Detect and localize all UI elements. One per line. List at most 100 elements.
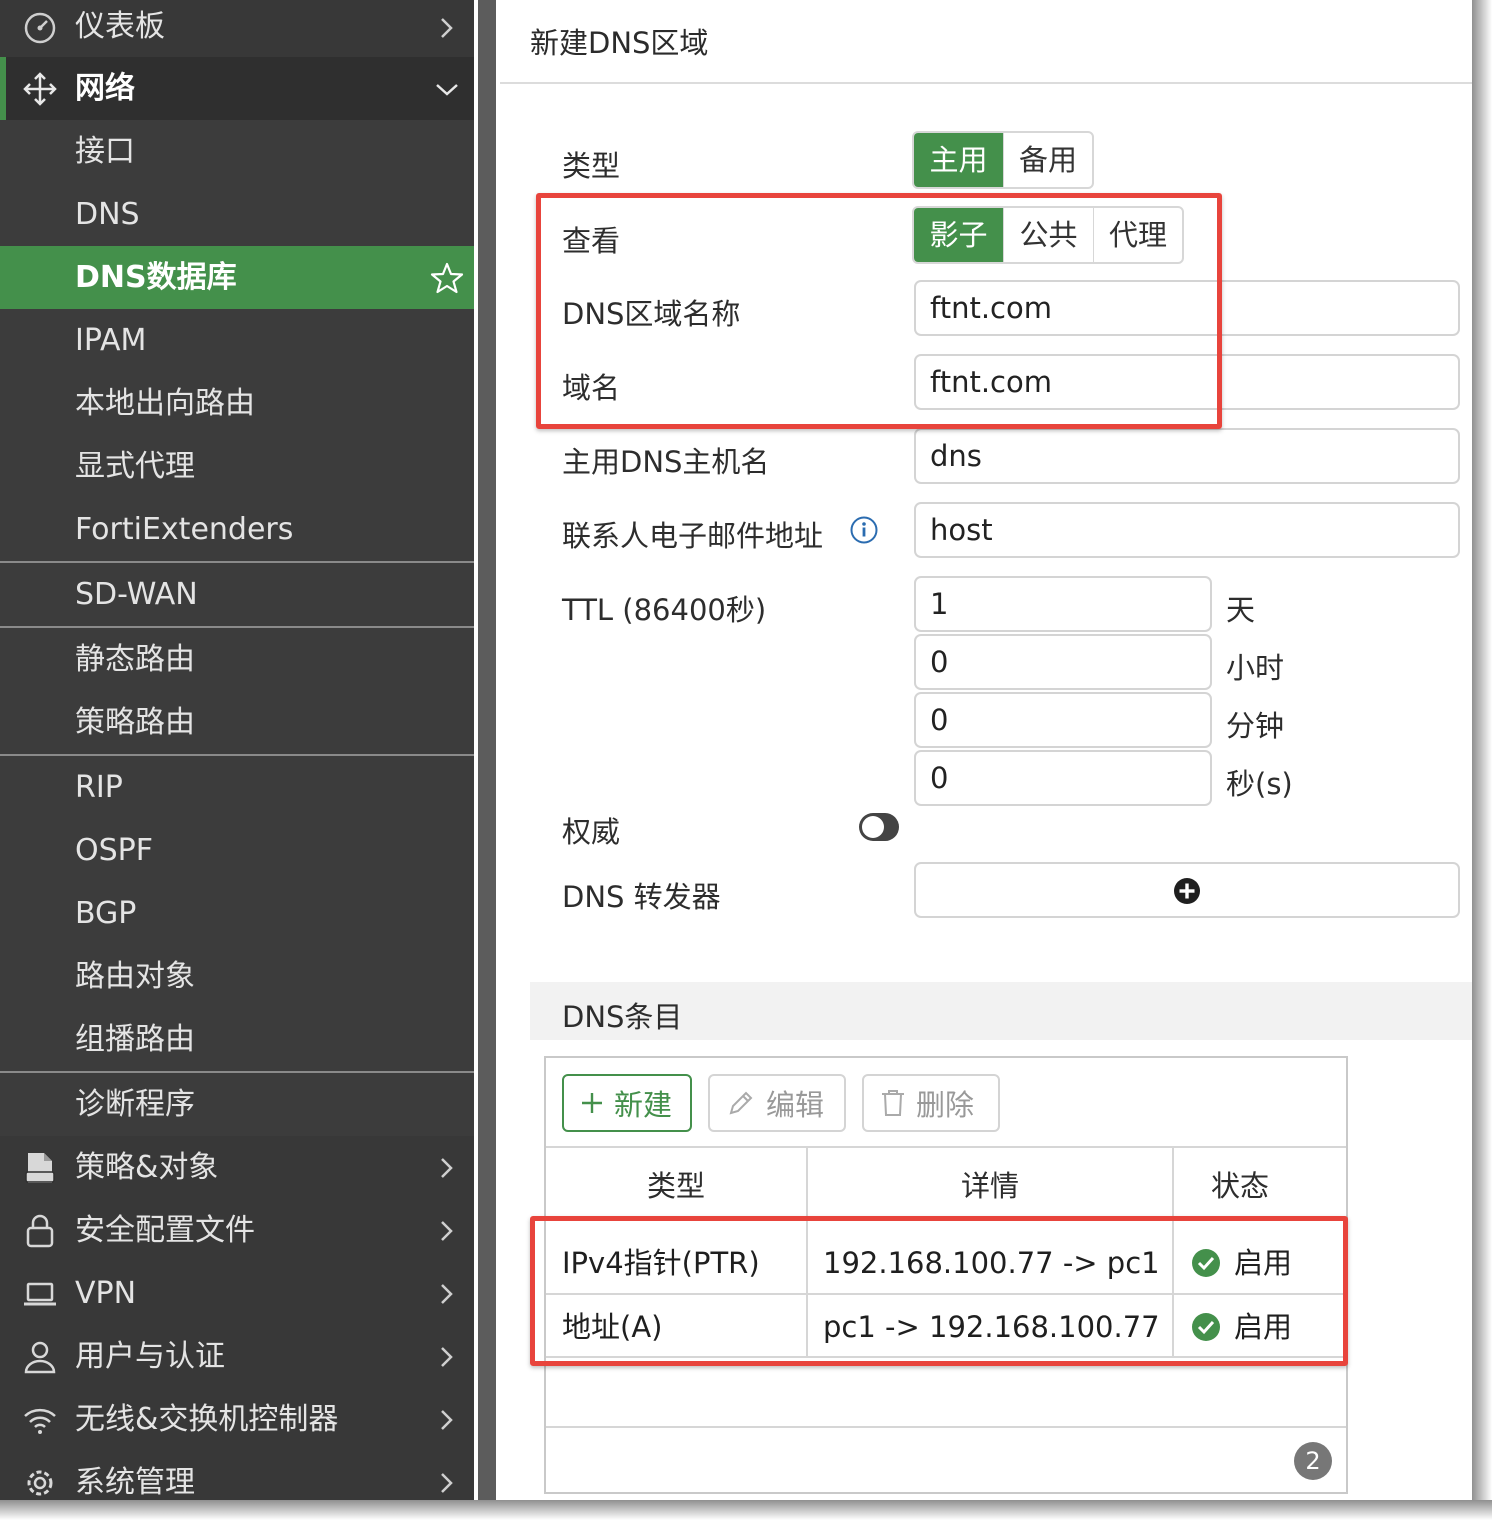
table-row-detail[interactable]: 192.168.100.77 -> pc1 xyxy=(823,1232,1160,1294)
entry-count-badge: 2 xyxy=(1294,1442,1332,1480)
sidebar-item-user-auth[interactable]: 用户与认证 xyxy=(0,1325,474,1388)
sidebar-item-security-profiles[interactable]: 安全配置文件 xyxy=(0,1199,474,1262)
info-icon[interactable] xyxy=(849,515,879,545)
chevron-right-icon xyxy=(441,1158,453,1178)
sidebar-item-ospf[interactable]: OSPF xyxy=(0,819,474,882)
sidebar-item-static-routes[interactable]: 静态路由 xyxy=(0,628,474,691)
ttl-hours-unit: 小时 xyxy=(1226,651,1285,685)
forwarder-add-field[interactable] xyxy=(914,862,1460,918)
sidebar-item-label: RIP xyxy=(75,770,123,805)
type-toggle: 主用 备用 xyxy=(912,131,1094,189)
lock-icon xyxy=(26,1214,54,1248)
sidebar-item-label: OSPF xyxy=(75,833,154,868)
new-entry-label: 新建 xyxy=(614,1088,673,1122)
primary-host-label: 主用DNS主机名 xyxy=(562,445,770,479)
type-option-primary[interactable]: 主用 xyxy=(914,133,1004,187)
sidebar-item-multicast[interactable]: 组播路由 xyxy=(0,1008,474,1071)
sidebar-item-vpn[interactable]: VPN xyxy=(0,1262,474,1325)
sidebar-item-dashboard[interactable]: 仪表板 xyxy=(0,0,474,57)
primary-host-input[interactable] xyxy=(914,428,1460,484)
sidebar-nav: 仪表板 网络 接口 DNS DNS数据库 IPAM 本地出向路由 显式代理 Fo… xyxy=(0,0,474,1500)
check-circle-icon xyxy=(1192,1313,1220,1341)
sidebar-item-dns[interactable]: DNS xyxy=(0,183,474,246)
sidebar-item-rip[interactable]: RIP xyxy=(0,756,474,819)
sidebar-item-local-out-routing[interactable]: 本地出向路由 xyxy=(0,372,474,435)
pencil-icon xyxy=(729,1091,753,1115)
sidebar-item-wireless-switch[interactable]: 无线&交换机控制器 xyxy=(0,1388,474,1451)
dns-entries-title: DNS条目 xyxy=(562,1000,683,1034)
contact-email-input[interactable] xyxy=(914,502,1460,558)
sidebar-item-sd-wan[interactable]: SD-WAN xyxy=(0,563,474,626)
sidebar-item-ipam[interactable]: IPAM xyxy=(0,309,474,372)
wifi-icon xyxy=(24,1408,56,1434)
ttl-seconds-unit: 秒(s) xyxy=(1226,767,1293,801)
sidebar-item-policy-routes[interactable]: 策略路由 xyxy=(0,691,474,754)
sidebar-item-bgp[interactable]: BGP xyxy=(0,882,474,945)
sidebar-item-label: 组播路由 xyxy=(75,1022,195,1057)
sidebar-item-label: 显式代理 xyxy=(75,449,195,484)
check-circle-icon xyxy=(1192,1249,1220,1277)
user-icon xyxy=(24,1341,56,1374)
dns-entries-section-header: DNS条目 xyxy=(530,982,1472,1040)
table-divider xyxy=(546,1426,1346,1428)
frame-shadow xyxy=(0,1500,1492,1520)
sidebar-item-label: IPAM xyxy=(75,323,147,358)
edit-entry-button[interactable]: 编辑 xyxy=(708,1074,846,1132)
sidebar-item-system[interactable]: 系统管理 xyxy=(0,1451,474,1500)
view-toggle: 影子 公共 代理 xyxy=(912,206,1184,264)
favorite-star-icon[interactable] xyxy=(430,261,464,295)
type-option-secondary[interactable]: 备用 xyxy=(1004,133,1092,187)
chevron-right-icon xyxy=(441,1221,453,1241)
sidebar-item-network[interactable]: 网络 xyxy=(0,57,474,120)
zone-name-input[interactable] xyxy=(914,280,1460,336)
column-header-status[interactable]: 状态 xyxy=(1174,1148,1306,1214)
sidebar-item-label: 诊断程序 xyxy=(75,1087,195,1122)
table-row-status: 启用 xyxy=(1234,1246,1293,1280)
move-arrows-icon xyxy=(23,72,57,106)
sidebar-item-label: VPN xyxy=(75,1276,137,1311)
view-option-shadow[interactable]: 影子 xyxy=(914,208,1004,262)
policy-document-icon xyxy=(25,1153,55,1183)
sidebar-item-label: 策略&对象 xyxy=(75,1150,219,1185)
sidebar-item-diagnostics[interactable]: 诊断程序 xyxy=(0,1073,474,1136)
column-header-detail[interactable]: 详情 xyxy=(808,1148,1172,1214)
delete-entry-button[interactable]: 删除 xyxy=(862,1074,1000,1132)
sidebar-item-interfaces[interactable]: 接口 xyxy=(0,120,474,183)
chevron-right-icon xyxy=(441,1410,453,1430)
sidebar-item-label: FortiExtenders xyxy=(75,512,294,547)
sidebar-item-explicit-proxy[interactable]: 显式代理 xyxy=(0,435,474,498)
sidebar-item-label: DNS xyxy=(75,197,140,232)
sidebar-item-dns-database[interactable]: DNS数据库 xyxy=(0,246,474,309)
table-row-type[interactable]: 地址(A) xyxy=(562,1296,662,1358)
domain-label: 域名 xyxy=(562,371,621,405)
sidebar-item-label: SD-WAN xyxy=(75,577,198,612)
ttl-label: TTL (86400秒) xyxy=(562,593,767,627)
ttl-minutes-input[interactable] xyxy=(914,692,1212,748)
sidebar-item-label: 安全配置文件 xyxy=(75,1213,255,1248)
ttl-minutes-unit: 分钟 xyxy=(1226,709,1285,743)
sidebar-item-fortiextenders[interactable]: FortiExtenders xyxy=(0,498,474,561)
sidebar-item-routing-objects[interactable]: 路由对象 xyxy=(0,945,474,1008)
ttl-hours-input[interactable] xyxy=(914,634,1212,690)
table-row-type[interactable]: IPv4指针(PTR) xyxy=(562,1232,760,1294)
page-title: 新建DNS区域 xyxy=(530,26,709,60)
sidebar-item-label: 网络 xyxy=(75,71,135,106)
table-row-detail[interactable]: pc1 -> 192.168.100.77 xyxy=(823,1296,1160,1358)
column-header-type[interactable]: 类型 xyxy=(546,1148,806,1214)
type-label: 类型 xyxy=(562,149,621,183)
domain-input[interactable] xyxy=(914,354,1460,410)
chevron-down-icon xyxy=(436,84,458,96)
sidebar-item-label: DNS数据库 xyxy=(75,260,237,295)
ttl-seconds-input[interactable] xyxy=(914,750,1212,806)
sidebar-item-label: 无线&交换机控制器 xyxy=(75,1402,339,1437)
view-option-proxy[interactable]: 代理 xyxy=(1094,208,1182,262)
authoritative-toggle[interactable] xyxy=(859,813,899,841)
sidebar-item-policy-objects[interactable]: 策略&对象 xyxy=(0,1136,474,1199)
ttl-days-input[interactable] xyxy=(914,576,1212,632)
view-option-public[interactable]: 公共 xyxy=(1004,208,1094,262)
sidebar-item-label: 路由对象 xyxy=(75,959,195,994)
trash-icon xyxy=(882,1090,904,1116)
new-entry-button[interactable]: 新建 xyxy=(562,1074,692,1132)
edit-entry-label: 编辑 xyxy=(766,1088,825,1122)
sidebar-scrollbar[interactable] xyxy=(478,0,496,1500)
